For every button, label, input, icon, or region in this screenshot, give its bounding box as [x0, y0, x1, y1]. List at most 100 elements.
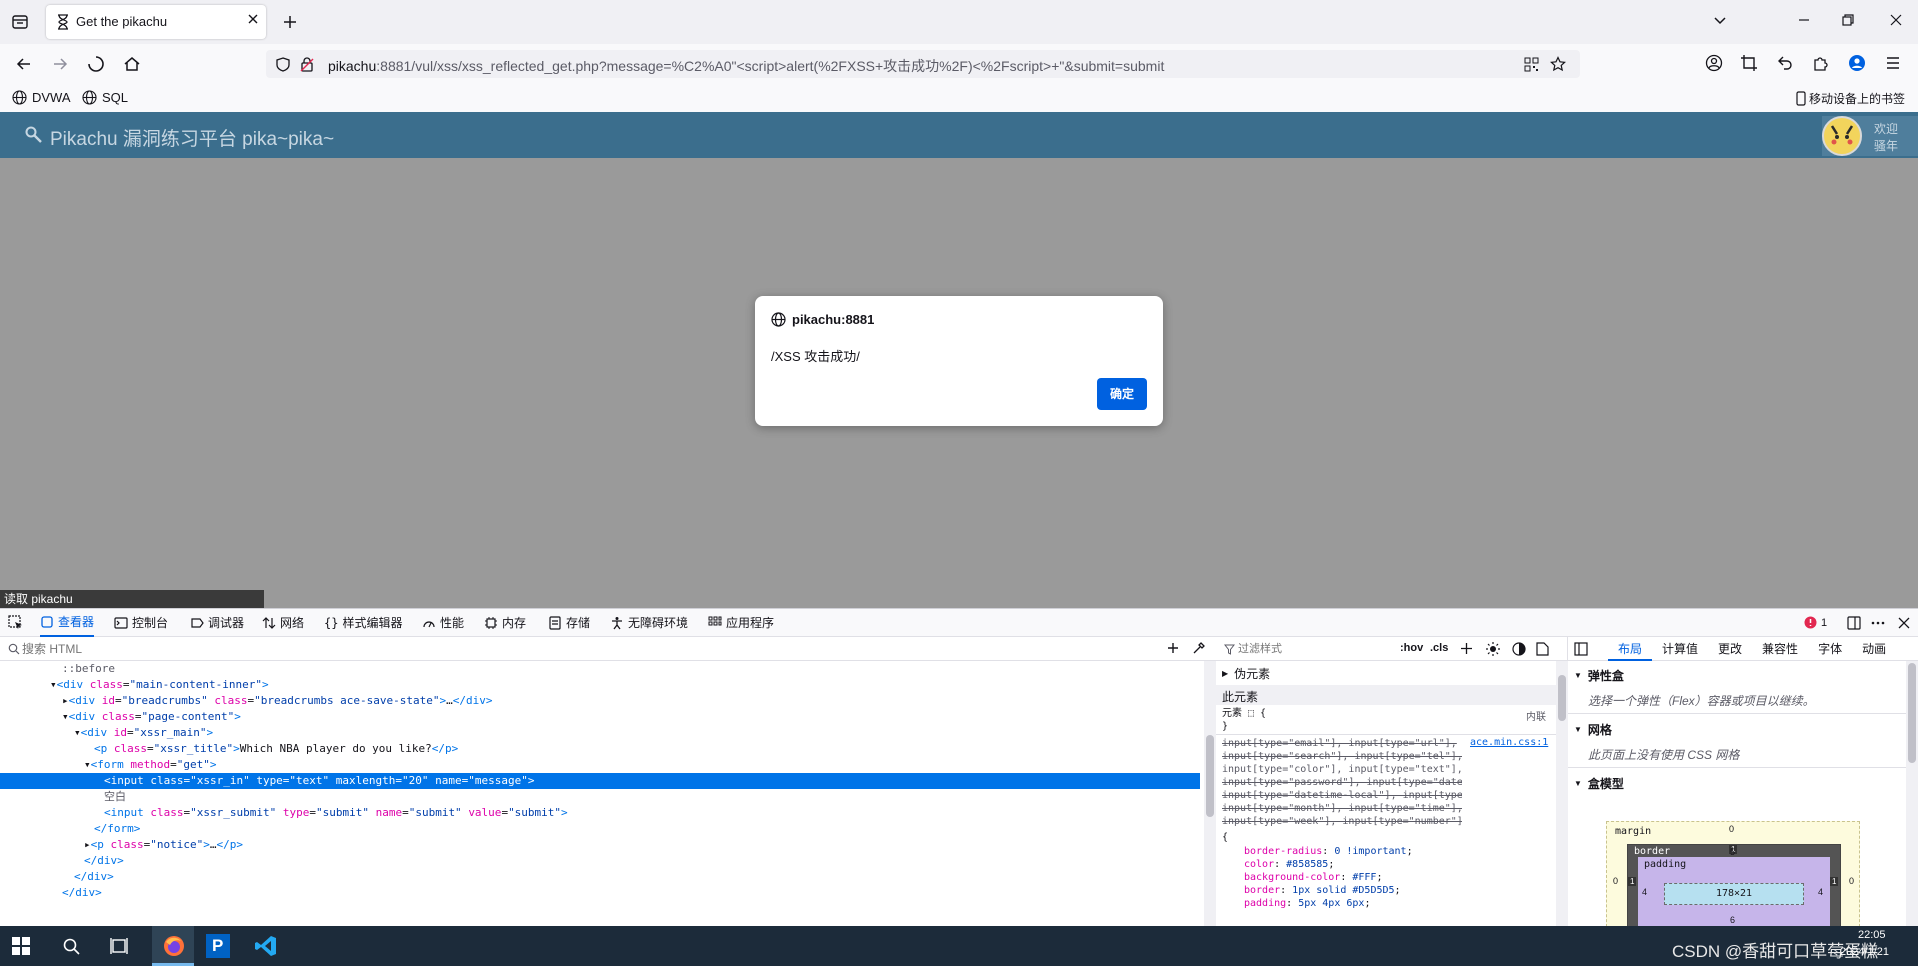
new-tab-icon[interactable] — [280, 12, 300, 32]
rules-scrollbar[interactable] — [1556, 661, 1568, 927]
active-tab[interactable]: Get the pikachu — [46, 5, 266, 39]
tab-close-icon[interactable] — [246, 12, 260, 26]
mobile-bookmarks[interactable]: 移动设备上的书签 — [1796, 90, 1905, 107]
markup-line[interactable]: </form> — [0, 821, 1200, 837]
pycharm-taskbar-icon[interactable]: P — [206, 934, 230, 958]
tab-debugger[interactable]: 调试器 — [190, 609, 244, 637]
url-bar[interactable]: pikachu:8881/vul/xss/xss_reflected_get.p… — [266, 50, 1580, 78]
layout-tab[interactable]: 更改 — [1708, 637, 1752, 661]
search-icon[interactable] — [62, 937, 80, 955]
account-icon[interactable] — [1705, 54, 1723, 72]
tab-application[interactable]: 应用程序 — [708, 609, 774, 637]
box-model-margin[interactable]: margin 0 0 0 border 1 1 1 padding 5 4 4 … — [1606, 821, 1860, 929]
box-model-border[interactable]: border 1 1 1 padding 5 4 4 6 178×21 — [1627, 844, 1841, 929]
user-menu[interactable]: 欢迎 骚年 — [1822, 116, 1918, 156]
markup-line[interactable]: </div> — [0, 853, 1200, 869]
tab-overflow-chevron-icon[interactable] — [1712, 12, 1728, 28]
vscode-taskbar-icon[interactable] — [254, 934, 278, 958]
cls-toggle[interactable]: .cls — [1430, 642, 1448, 654]
windows-start-icon[interactable] — [12, 937, 30, 955]
markup-line[interactable]: ::before — [0, 661, 1200, 677]
markup-line[interactable]: ▾<div class="page-content"> — [0, 709, 1200, 725]
tab-memory[interactable]: 内存 — [484, 609, 526, 637]
bookmark-sql[interactable]: SQL — [82, 90, 128, 105]
stylesheet-link[interactable]: ace.min.css:1 — [1470, 737, 1548, 748]
markup-line[interactable]: ▸<div id="breadcrumbs" class="breadcrumb… — [0, 693, 1200, 709]
add-rule-icon[interactable] — [1460, 642, 1473, 655]
site-title[interactable]: Pikachu 漏洞练习平台 pika~pika~ — [50, 124, 334, 151]
markup-line[interactable]: <p class="xssr_title">Which NBA player d… — [0, 741, 1200, 757]
close-window-icon[interactable] — [1888, 12, 1904, 28]
layout-tab[interactable]: 计算值 — [1652, 637, 1708, 661]
tab-list-icon[interactable] — [10, 12, 30, 32]
restore-icon[interactable] — [1840, 12, 1856, 28]
clock-date[interactable]: 2024/1/21 — [1840, 946, 1889, 958]
pseudo-elements-section[interactable]: ▶ 伪元素 — [1222, 665, 1270, 682]
url-text[interactable]: pikachu:8881/vul/xss/xss_reflected_get.p… — [328, 56, 1164, 76]
markup-line[interactable]: 空白 — [0, 789, 1200, 805]
error-count-badge[interactable]: 1 — [1804, 616, 1827, 629]
grid-section[interactable]: ▼ 网格 — [1574, 721, 1612, 738]
css-declaration[interactable]: border-radius: 0 !important; — [1244, 845, 1544, 858]
qr-code-icon[interactable] — [1524, 57, 1539, 72]
markup-line[interactable]: </div> — [0, 869, 1200, 885]
markup-line[interactable]: <input class="xssr_submit" type="submit"… — [0, 805, 1200, 821]
markup-line[interactable]: ▾<div id="xssr_main"> — [0, 725, 1200, 741]
bookmark-star-icon[interactable] — [1550, 56, 1566, 72]
bookmark-dvwa[interactable]: DVWA — [12, 90, 71, 105]
tab-inspector[interactable]: 查看器 — [40, 609, 95, 637]
markup-line-selected[interactable]: <input class="xssr_in" type="text" maxle… — [0, 773, 1200, 789]
box-model-padding[interactable]: padding 5 4 4 6 178×21 — [1638, 847, 1830, 929]
screenshot-crop-icon[interactable] — [1740, 54, 1758, 72]
insecure-lock-icon[interactable] — [300, 57, 314, 72]
markup-scrollbar[interactable] — [1204, 661, 1216, 927]
content-size[interactable]: 178×21 — [1664, 883, 1804, 905]
light-scheme-icon[interactable] — [1486, 642, 1500, 656]
hov-toggle[interactable]: :hov — [1400, 642, 1423, 654]
toggle-sidebar-icon[interactable] — [1574, 642, 1588, 656]
layout-tab[interactable]: 布局 — [1608, 637, 1653, 661]
tab-storage[interactable]: 存储 — [548, 609, 590, 637]
html-search-input[interactable] — [22, 640, 1122, 658]
home-icon[interactable] — [122, 54, 142, 74]
close-devtools-icon[interactable] — [1896, 615, 1912, 631]
tab-accessibility[interactable]: 无障碍环境 — [610, 609, 688, 637]
print-media-icon[interactable] — [1536, 642, 1549, 656]
css-declaration[interactable]: background-color: #FFF; — [1244, 871, 1544, 884]
css-declaration[interactable]: padding: 5px 4px 6px; — [1244, 897, 1544, 910]
layout-tab[interactable]: 动画 — [1852, 637, 1896, 661]
tab-style-editor[interactable]: {} 样式编辑器 — [324, 609, 402, 637]
ok-button[interactable]: 确定 — [1097, 378, 1147, 410]
task-view-icon[interactable] — [110, 937, 128, 955]
tab-console[interactable]: 控制台 — [114, 609, 168, 637]
layout-tab[interactable]: 字体 — [1808, 637, 1852, 661]
profile-sync-icon[interactable] — [1848, 54, 1866, 72]
app-menu-icon[interactable] — [1884, 54, 1902, 72]
markup-line[interactable]: ▾<form method="get"> — [0, 757, 1200, 773]
forward-icon[interactable] — [50, 54, 70, 74]
markup-line[interactable]: ▸<p class="notice">…</p> — [0, 837, 1200, 853]
box-model-section[interactable]: ▼ 盒模型 — [1574, 775, 1624, 792]
dark-scheme-icon[interactable] — [1512, 642, 1526, 656]
loading-spinner-icon[interactable] — [86, 54, 106, 74]
element-picker-icon[interactable] — [8, 615, 24, 631]
dock-side-icon[interactable] — [1846, 615, 1862, 631]
layout-tab[interactable]: 兼容性 — [1752, 637, 1808, 661]
tab-network[interactable]: 网络 — [262, 609, 304, 637]
markup-line[interactable]: ▾<div class="main-content-inner"> — [0, 677, 1200, 693]
firefox-taskbar-icon[interactable] — [152, 926, 194, 966]
flexbox-section[interactable]: ▼ 弹性盒 — [1574, 667, 1624, 684]
clock-time[interactable]: 22:05 — [1858, 929, 1886, 941]
extensions-icon[interactable] — [1812, 54, 1830, 72]
markup-line[interactable]: </div> — [0, 885, 1200, 901]
css-declaration[interactable]: color: #858585; — [1244, 858, 1544, 871]
layout-scrollbar[interactable] — [1906, 661, 1918, 927]
css-declaration[interactable]: border: 1px solid #D5D5D5; — [1244, 884, 1544, 897]
minimize-icon[interactable] — [1796, 12, 1812, 28]
tab-performance[interactable]: 性能 — [422, 609, 464, 637]
undo-icon[interactable] — [1776, 54, 1794, 72]
shield-icon[interactable] — [276, 57, 290, 72]
back-icon[interactable] — [14, 54, 34, 74]
more-options-icon[interactable] — [1870, 615, 1886, 631]
eyedropper-icon[interactable] — [1192, 641, 1206, 655]
